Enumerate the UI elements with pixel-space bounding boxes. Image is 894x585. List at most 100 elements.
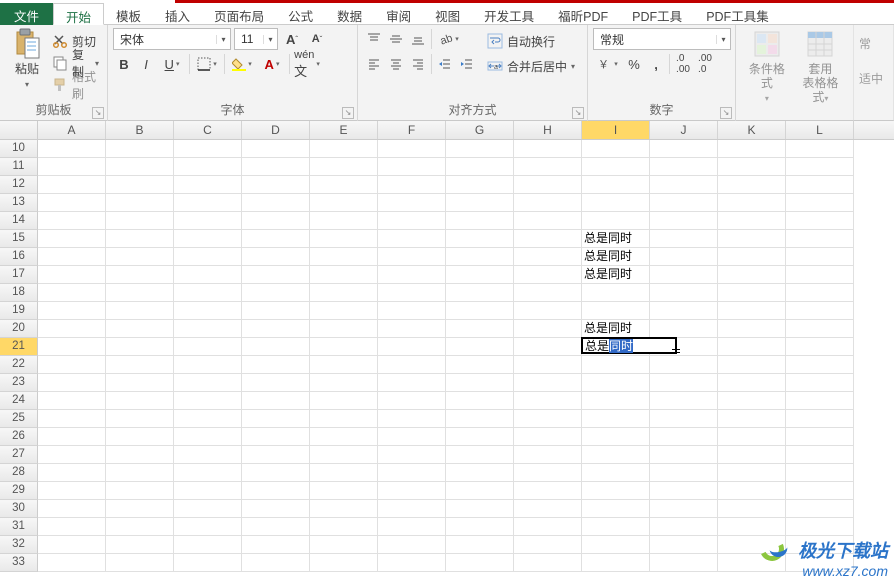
fill-color-button[interactable]: ▾ (227, 53, 257, 75)
cell-G23[interactable] (446, 374, 514, 392)
cell-E27[interactable] (310, 446, 378, 464)
cell-A17[interactable] (38, 266, 106, 284)
cell-C27[interactable] (174, 446, 242, 464)
cell-D31[interactable] (242, 518, 310, 536)
cell-H30[interactable] (514, 500, 582, 518)
cell-I25[interactable] (582, 410, 650, 428)
accounting-format-button[interactable]: ￥▾ (593, 53, 623, 75)
cell-L18[interactable] (786, 284, 854, 302)
comma-button[interactable]: , (645, 53, 667, 75)
cell-G33[interactable] (446, 554, 514, 572)
cell-I31[interactable] (582, 518, 650, 536)
cell-F29[interactable] (378, 482, 446, 500)
cell-F15[interactable] (378, 230, 446, 248)
cell-F14[interactable] (378, 212, 446, 230)
cell-H29[interactable] (514, 482, 582, 500)
cell-A23[interactable] (38, 374, 106, 392)
cell-H17[interactable] (514, 266, 582, 284)
alignment-launcher[interactable]: ↘ (572, 107, 584, 119)
cell-D24[interactable] (242, 392, 310, 410)
cell-L13[interactable] (786, 194, 854, 212)
cell-L25[interactable] (786, 410, 854, 428)
cell-H13[interactable] (514, 194, 582, 212)
cell-K17[interactable] (718, 266, 786, 284)
cell-C13[interactable] (174, 194, 242, 212)
cell-F25[interactable] (378, 410, 446, 428)
cell-B12[interactable] (106, 176, 174, 194)
cell-B29[interactable] (106, 482, 174, 500)
cell-F31[interactable] (378, 518, 446, 536)
cell-B33[interactable] (106, 554, 174, 572)
cell-L26[interactable] (786, 428, 854, 446)
cell-L24[interactable] (786, 392, 854, 410)
cell-K21[interactable] (718, 338, 786, 356)
cell-A26[interactable] (38, 428, 106, 446)
cell-K11[interactable] (718, 158, 786, 176)
cell-J20[interactable] (650, 320, 718, 338)
cell-B20[interactable] (106, 320, 174, 338)
cell-D32[interactable] (242, 536, 310, 554)
col-header-A[interactable]: A (38, 121, 106, 139)
cell-A13[interactable] (38, 194, 106, 212)
row-header-20[interactable]: 20 (0, 320, 38, 338)
cell-C28[interactable] (174, 464, 242, 482)
cell-G14[interactable] (446, 212, 514, 230)
tab-file[interactable]: 文件 (0, 3, 53, 25)
row-header-24[interactable]: 24 (0, 392, 38, 410)
col-header-H[interactable]: H (514, 121, 582, 139)
cell-K22[interactable] (718, 356, 786, 374)
row-header-31[interactable]: 31 (0, 518, 38, 536)
cell-F10[interactable] (378, 140, 446, 158)
cell-L14[interactable] (786, 212, 854, 230)
orientation-button[interactable]: ab▾ (434, 28, 464, 50)
cell-E12[interactable] (310, 176, 378, 194)
row-header-17[interactable]: 17 (0, 266, 38, 284)
cell-H23[interactable] (514, 374, 582, 392)
cell-G29[interactable] (446, 482, 514, 500)
cell-E20[interactable] (310, 320, 378, 338)
cell-G27[interactable] (446, 446, 514, 464)
cell-L29[interactable] (786, 482, 854, 500)
col-header-E[interactable]: E (310, 121, 378, 139)
cell-I14[interactable] (582, 212, 650, 230)
cell-C15[interactable] (174, 230, 242, 248)
cell-B22[interactable] (106, 356, 174, 374)
row-header-28[interactable]: 28 (0, 464, 38, 482)
cell-I18[interactable] (582, 284, 650, 302)
cell-C22[interactable] (174, 356, 242, 374)
cell-B27[interactable] (106, 446, 174, 464)
align-center-button[interactable] (385, 53, 407, 75)
cell-K13[interactable] (718, 194, 786, 212)
cell-C16[interactable] (174, 248, 242, 266)
cell-J18[interactable] (650, 284, 718, 302)
cell-A32[interactable] (38, 536, 106, 554)
cell-L30[interactable] (786, 500, 854, 518)
cell-I16[interactable]: 总是同时 (582, 248, 650, 266)
cell-I27[interactable] (582, 446, 650, 464)
cell-B13[interactable] (106, 194, 174, 212)
cell-A10[interactable] (38, 140, 106, 158)
align-top-button[interactable] (363, 28, 385, 50)
cell-F16[interactable] (378, 248, 446, 266)
cell-D28[interactable] (242, 464, 310, 482)
cell-G15[interactable] (446, 230, 514, 248)
cell-B24[interactable] (106, 392, 174, 410)
row-header-14[interactable]: 14 (0, 212, 38, 230)
row-header-25[interactable]: 25 (0, 410, 38, 428)
row-header-15[interactable]: 15 (0, 230, 38, 248)
cell-E21[interactable] (310, 338, 378, 356)
cell-F18[interactable] (378, 284, 446, 302)
cell-A29[interactable] (38, 482, 106, 500)
cell-C21[interactable] (174, 338, 242, 356)
row-header-11[interactable]: 11 (0, 158, 38, 176)
cell-L31[interactable] (786, 518, 854, 536)
cell-L15[interactable] (786, 230, 854, 248)
cell-H31[interactable] (514, 518, 582, 536)
cell-J11[interactable] (650, 158, 718, 176)
cell-K31[interactable] (718, 518, 786, 536)
cell-E16[interactable] (310, 248, 378, 266)
cell-I17[interactable]: 总是同时 (582, 266, 650, 284)
cell-E18[interactable] (310, 284, 378, 302)
bold-button[interactable]: B (113, 53, 135, 75)
cell-B30[interactable] (106, 500, 174, 518)
